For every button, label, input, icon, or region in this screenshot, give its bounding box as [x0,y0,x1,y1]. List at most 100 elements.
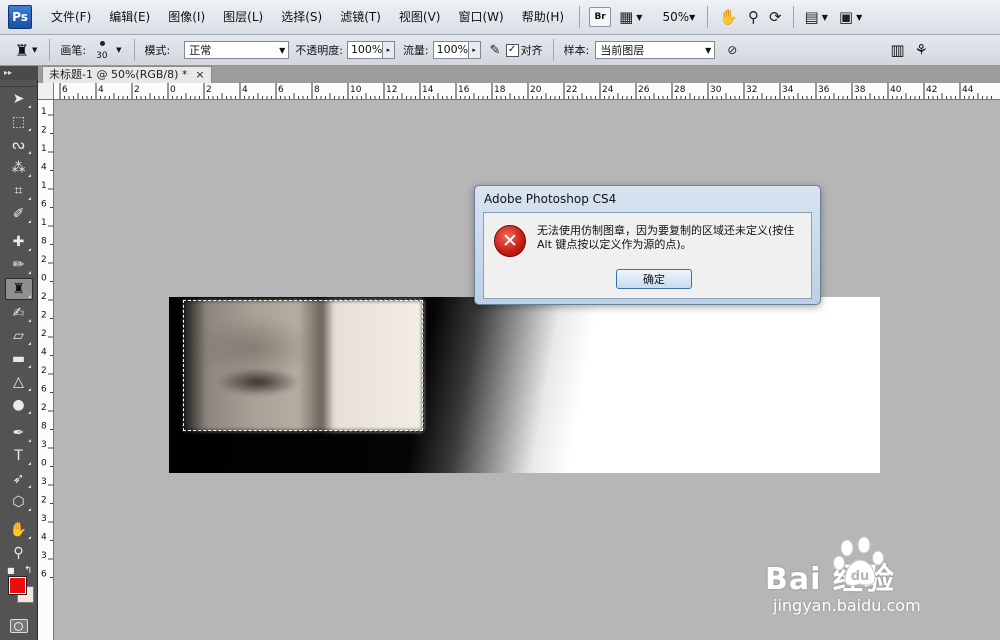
ruler-label: 3 [41,477,47,487]
arrange-documents-icon[interactable]: ▤ [805,8,819,26]
rotate-view-icon[interactable]: ⟳ [769,8,782,26]
screen-mode-icon[interactable]: ▣ [839,8,853,26]
healing-brush-tool-icon[interactable]: ✚ [6,232,32,252]
ruler-label: 12 [386,85,397,95]
align-checkbox[interactable]: ✓ [505,43,519,57]
ruler-label: 4 [41,533,47,543]
brush-picker[interactable]: 30 [90,38,116,62]
ruler-label: 36 [818,85,830,95]
vertical-ruler[interactable]: 1 2 1 4 1 6 1 8 2 0 2 2 2 4 2 6 2 8 3 0 3 2 3 4 3 6 [38,100,54,640]
ruler-label: 2 [41,366,47,376]
marquee-tool-icon[interactable]: ⬚ [6,112,32,132]
airbrush-icon[interactable]: ✎ [490,43,501,58]
ruler-label: 30 [710,85,722,95]
document-tab[interactable]: 未标题-1 @ 50%(RGB/8) * × [42,66,212,83]
hand-tool-icon[interactable]: ✋ [6,520,32,540]
menu-layer[interactable]: 图层(L) [214,0,272,34]
move-tool-icon[interactable]: ➤ [6,89,32,109]
opacity-label: 不透明度: [295,44,343,57]
ruler-label: 0 [41,459,47,469]
menu-window[interactable]: 窗口(W) [449,0,512,34]
brush-label: 画笔: [60,44,87,57]
chevron-down-icon[interactable]: ▼ [689,13,695,22]
toolbox: ➤ ⬚ ᔓ ⁂ ⌗ ✐ ✚ ✏ ♜ ✍ ▱ ▬ △ ● ✒ T ➶ ⬡ ✋ ⚲ … [0,80,38,640]
lasso-tool-icon[interactable]: ᔓ [6,135,32,155]
sample-select[interactable]: 当前图层 ▼ [595,41,716,59]
collapse-panels-button[interactable]: ▸▸ [0,66,38,80]
ignore-adjustment-layers-icon[interactable]: ⊘ [727,43,737,57]
gradient-tool-icon[interactable]: ▬ [6,349,32,369]
ruler-label: 8 [41,422,47,432]
history-brush-tool-icon[interactable]: ✍ [6,303,32,323]
foreground-color-swatch[interactable] [8,576,27,595]
opacity-input[interactable]: 100% [346,41,383,59]
ruler-label: 14 [422,85,434,95]
menu-filter[interactable]: 滤镜(T) [331,0,390,34]
flow-slider-arrow-icon[interactable]: ▸ [468,41,481,59]
hand-icon[interactable]: ✋ [719,8,738,26]
mode-select[interactable]: 正常 ▼ [184,41,290,59]
zoom-icon[interactable]: ⚲ [748,8,759,26]
menu-edit[interactable]: 编辑(E) [100,0,159,34]
ruler-label: 2 [41,255,47,265]
film-strip-icon[interactable]: ▦ [619,8,633,26]
menu-view[interactable]: 视图(V) [390,0,450,34]
clone-source-panel-icon[interactable]: ▥ [890,41,904,59]
dodge-tool-icon[interactable]: ● [6,395,32,415]
ruler-label: 1 [41,218,47,228]
menu-help[interactable]: 帮助(H) [513,0,573,34]
tablet-pressure-icon[interactable]: ⚘ [915,41,928,59]
dialog-body: ✕ 无法使用仿制图章，因为要复制的区域还未定义(按住 Alt 键点按以定义作为源… [483,212,812,299]
quick-mask-icon[interactable] [9,619,28,633]
opacity-slider-arrow-icon[interactable]: ▸ [382,41,395,59]
bridge-button[interactable]: Br [589,7,612,27]
quick-selection-tool-icon[interactable]: ⁂ [6,158,32,178]
chevron-down-icon[interactable]: ▼ [32,46,37,54]
menu-image[interactable]: 图像(I) [159,0,214,34]
close-icon[interactable]: × [195,67,204,83]
ruler-label: 3 [41,440,47,450]
menu-bar: Ps 文件(F) 编辑(E) 图像(I) 图层(L) 选择(S) 滤镜(T) 视… [0,0,1000,35]
ruler-label: 2 [41,292,47,302]
ruler-label: 6 [278,85,284,95]
path-selection-tool-icon[interactable]: ➶ [6,469,32,489]
ruler-label: 22 [566,85,577,95]
ruler-label: 26 [638,85,650,95]
ok-button[interactable]: 确定 [616,269,692,289]
type-tool-icon[interactable]: T [6,446,32,466]
ruler-origin[interactable] [38,83,54,100]
chevron-down-icon[interactable]: ▼ [116,46,121,54]
pen-tool-icon[interactable]: ✒ [6,423,32,443]
zoom-tool-icon[interactable]: ⚲ [6,543,32,563]
blur-tool-icon[interactable]: △ [6,372,32,392]
swap-colors-icon[interactable]: ↰ [24,565,32,576]
toolbox-grip[interactable] [0,80,37,87]
menu-select[interactable]: 选择(S) [272,0,331,34]
ruler-label: 24 [602,85,614,95]
crop-tool-icon[interactable]: ⌗ [6,181,32,201]
clone-stamp-tool-preset-icon[interactable]: ♜ [10,39,34,61]
chevron-down-icon[interactable]: ▼ [856,13,862,22]
menu-separator [707,6,709,28]
zoom-level[interactable]: 50% [662,10,689,24]
ruler-label: 0 [41,274,47,284]
document-tab-title: 未标题-1 @ 50%(RGB/8) * [49,68,188,81]
selection-marquee [182,299,424,432]
shape-tool-icon[interactable]: ⬡ [6,492,32,512]
flow-input[interactable]: 100% [432,41,469,59]
ruler-label: 2 [41,311,47,321]
ruler-label: 2 [41,329,47,339]
ruler-label: 1 [41,181,47,191]
options-separator [552,39,554,61]
eraser-tool-icon[interactable]: ▱ [6,326,32,346]
clone-stamp-tool-icon[interactable]: ♜ [4,278,33,300]
horizontal-ruler[interactable]: 6 4 2 0 2 4 6 8 10 12 14 16 18 20 22 24 26 28 30 32 34 36 38 40… [54,83,1000,100]
paw-icon: du [833,536,884,586]
default-colors-icon[interactable]: ■ [7,566,15,575]
chevron-down-icon[interactable]: ▼ [636,13,642,22]
baidu-jingyan-watermark: Bai 经验 du jingyan.baidu.com [765,536,990,636]
menu-file[interactable]: 文件(F) [42,0,100,34]
chevron-down-icon[interactable]: ▼ [822,13,828,22]
eyedropper-tool-icon[interactable]: ✐ [6,204,32,224]
brush-tool-icon[interactable]: ✏ [6,255,32,275]
